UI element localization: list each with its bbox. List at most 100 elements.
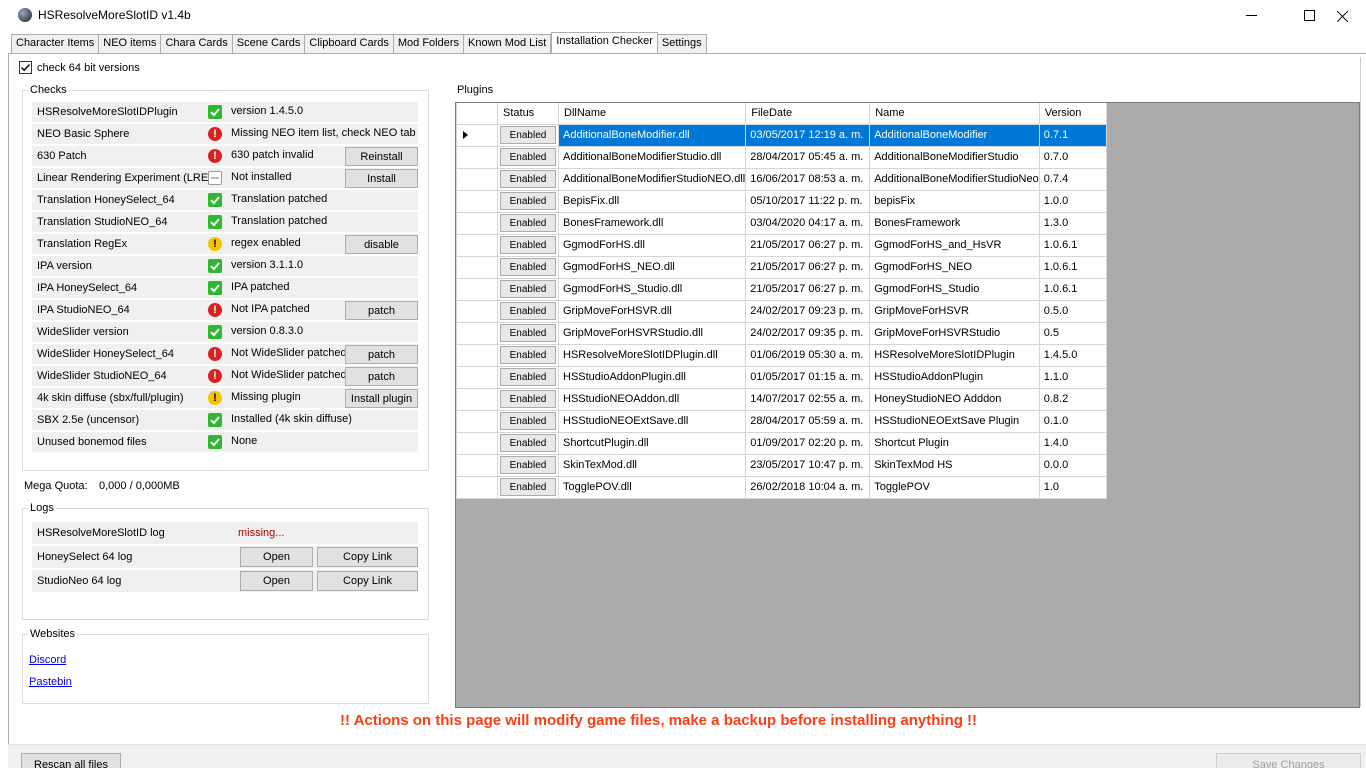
- install-button[interactable]: Install: [345, 169, 418, 188]
- open-log-button[interactable]: Open: [240, 571, 313, 591]
- filedate-cell[interactable]: 05/10/2017 11:22 p. m.: [745, 189, 871, 213]
- row-header[interactable]: [456, 211, 498, 235]
- version-cell[interactable]: 1.1.0: [1038, 365, 1107, 389]
- row-header[interactable]: [456, 387, 498, 411]
- plugin-row[interactable]: Enabled GgmodForHS.dll 21/05/2017 06:27 p.…: [456, 233, 1107, 257]
- dllname-cell[interactable]: GgmodForHS_NEO.dll: [557, 255, 747, 279]
- row-header[interactable]: [456, 343, 498, 367]
- column-header-status[interactable]: Status: [497, 103, 559, 125]
- version-cell[interactable]: 1.0.6.1: [1038, 277, 1107, 301]
- patch-button[interactable]: patch: [345, 367, 418, 386]
- dllname-cell[interactable]: AdditionalBoneModifierStudioNEO.dll: [557, 167, 747, 191]
- filedate-cell[interactable]: 21/05/2017 06:27 p. m.: [745, 277, 871, 301]
- column-header-dllname[interactable]: DllName: [557, 103, 747, 125]
- row-header[interactable]: [456, 277, 498, 301]
- rescan-all-files-button[interactable]: Rescan all files: [21, 753, 121, 768]
- row-header[interactable]: [456, 321, 498, 345]
- filedate-cell[interactable]: 21/05/2017 06:27 p. m.: [745, 233, 871, 257]
- filedate-cell[interactable]: 24/02/2017 09:23 p. m.: [745, 299, 871, 323]
- row-header[interactable]: [456, 189, 498, 213]
- plugin-enabled-toggle-button[interactable]: Enabled: [500, 412, 556, 430]
- filedate-cell[interactable]: 01/06/2019 05:30 a. m.: [745, 343, 871, 367]
- filedate-cell[interactable]: 01/09/2017 02:20 p. m.: [745, 431, 871, 455]
- plugin-enabled-toggle-button[interactable]: Enabled: [500, 346, 556, 364]
- filedate-cell[interactable]: 21/05/2017 06:27 p. m.: [745, 255, 871, 279]
- version-cell[interactable]: 1.4.5.0: [1038, 343, 1107, 367]
- row-header[interactable]: [456, 299, 498, 323]
- plugin-row[interactable]: Enabled BepisFix.dll 05/10/2017 11:22 p. m…: [456, 189, 1107, 213]
- dllname-cell[interactable]: HSResolveMoreSlotIDPlugin.dll: [557, 343, 747, 367]
- filedate-cell[interactable]: 24/02/2017 09:35 p. m.: [745, 321, 871, 345]
- plugin-row[interactable]: Enabled GgmodForHS_NEO.dll 21/05/2017 06:2…: [456, 255, 1107, 279]
- dllname-cell[interactable]: GripMoveForHSVRStudio.dll: [557, 321, 747, 345]
- filedate-cell[interactable]: 16/06/2017 08:53 a. m.: [745, 167, 871, 191]
- plugin-enabled-toggle-button[interactable]: Enabled: [500, 126, 556, 144]
- plugin-enabled-toggle-button[interactable]: Enabled: [500, 258, 556, 276]
- version-cell[interactable]: 0.5.0: [1038, 299, 1107, 323]
- filedate-cell[interactable]: 03/04/2020 04:17 a. m.: [745, 211, 871, 235]
- plugin-row[interactable]: Enabled SkinTexMod.dll 23/05/2017 10:47 p.…: [456, 453, 1107, 477]
- tab-installation-checker[interactable]: Installation Checker: [551, 32, 658, 53]
- plugin-enabled-toggle-button[interactable]: Enabled: [500, 148, 556, 166]
- install-plugin-button[interactable]: Install plugin: [345, 389, 418, 408]
- row-header[interactable]: [456, 431, 498, 455]
- plugin-row[interactable]: Enabled HSStudioNEOAddon.dll 14/07/2017 02…: [456, 387, 1107, 411]
- name-cell[interactable]: GripMoveForHSVRStudio: [869, 321, 1040, 345]
- plugin-enabled-toggle-button[interactable]: Enabled: [500, 390, 556, 408]
- version-cell[interactable]: 1.3.0: [1038, 211, 1107, 235]
- tab-mod-folders[interactable]: Mod Folders: [393, 34, 465, 53]
- column-header-filedate[interactable]: FileDate: [745, 103, 871, 125]
- row-header[interactable]: [456, 255, 498, 279]
- plugin-enabled-toggle-button[interactable]: Enabled: [500, 456, 556, 474]
- plugin-row[interactable]: Enabled AdditionalBoneModifierStudio.dll 2…: [456, 145, 1107, 169]
- plugin-enabled-toggle-button[interactable]: Enabled: [500, 280, 556, 298]
- plugin-row[interactable]: Enabled ShortcutPlugin.dll 01/09/2017 02:2…: [456, 431, 1107, 455]
- row-header[interactable]: [456, 409, 498, 433]
- name-cell[interactable]: AdditionalBoneModifierStudioNeo: [869, 167, 1040, 191]
- version-cell[interactable]: 1.0.0: [1038, 189, 1107, 213]
- version-cell[interactable]: 1.0.6.1: [1038, 255, 1107, 279]
- copy-link-button[interactable]: Copy Link: [317, 547, 418, 567]
- dllname-cell[interactable]: SkinTexMod.dll: [557, 453, 747, 477]
- plugin-enabled-toggle-button[interactable]: Enabled: [500, 214, 556, 232]
- filedate-cell[interactable]: 26/02/2018 10:04 a. m.: [745, 475, 871, 499]
- name-cell[interactable]: GgmodForHS_Studio: [869, 277, 1040, 301]
- tab-known-mod-list[interactable]: Known Mod List: [464, 34, 552, 53]
- dllname-cell[interactable]: ShortcutPlugin.dll: [557, 431, 747, 455]
- name-cell[interactable]: HSStudioAddonPlugin: [869, 365, 1040, 389]
- plugin-enabled-toggle-button[interactable]: Enabled: [500, 302, 556, 320]
- patch-button[interactable]: patch: [345, 345, 418, 364]
- row-header[interactable]: [456, 365, 498, 389]
- dllname-cell[interactable]: TogglePOV.dll: [557, 475, 747, 499]
- version-cell[interactable]: 1.0.6.1: [1038, 233, 1107, 257]
- plugin-enabled-toggle-button[interactable]: Enabled: [500, 478, 556, 496]
- tab-neo-items[interactable]: NEO items: [99, 34, 162, 53]
- plugin-enabled-toggle-button[interactable]: Enabled: [500, 434, 556, 452]
- plugin-enabled-toggle-button[interactable]: Enabled: [500, 192, 556, 210]
- filedate-cell[interactable]: 01/05/2017 01:15 a. m.: [745, 365, 871, 389]
- version-cell[interactable]: 0.7.4: [1038, 167, 1107, 191]
- patch-button[interactable]: patch: [345, 301, 418, 320]
- name-cell[interactable]: BonesFramework: [869, 211, 1040, 235]
- name-cell[interactable]: GgmodForHS_NEO: [869, 255, 1040, 279]
- filedate-cell[interactable]: 03/05/2017 12:19 a. m.: [745, 123, 871, 147]
- reinstall-button[interactable]: Reinstall: [345, 147, 418, 166]
- dllname-cell[interactable]: BepisFix.dll: [557, 189, 747, 213]
- plugin-row[interactable]: Enabled GgmodForHS_Studio.dll 21/05/2017 0…: [456, 277, 1107, 301]
- dllname-cell[interactable]: GripMoveForHSVR.dll: [557, 299, 747, 323]
- name-cell[interactable]: TogglePOV: [869, 475, 1040, 499]
- name-cell[interactable]: SkinTexMod HS: [869, 453, 1040, 477]
- disable-button[interactable]: disable: [345, 235, 418, 254]
- column-header-version[interactable]: Version: [1038, 103, 1107, 125]
- discord-link[interactable]: Discord: [29, 654, 66, 666]
- close-button[interactable]: [1320, 0, 1366, 31]
- version-cell[interactable]: 0.7.1: [1038, 123, 1107, 147]
- name-cell[interactable]: bepisFix: [869, 189, 1040, 213]
- dllname-cell[interactable]: AdditionalBoneModifierStudio.dll: [557, 145, 747, 169]
- row-header[interactable]: [456, 145, 498, 169]
- name-cell[interactable]: AdditionalBoneModifierStudio: [869, 145, 1040, 169]
- plugin-row[interactable]: Enabled HSStudioAddonPlugin.dll 01/05/2017…: [456, 365, 1107, 389]
- plugin-row[interactable]: Enabled HSStudioNEOExtSave.dll 28/04/2017 …: [456, 409, 1107, 433]
- name-cell[interactable]: AdditionalBoneModifier: [869, 123, 1040, 147]
- version-cell[interactable]: 0.5: [1038, 321, 1107, 345]
